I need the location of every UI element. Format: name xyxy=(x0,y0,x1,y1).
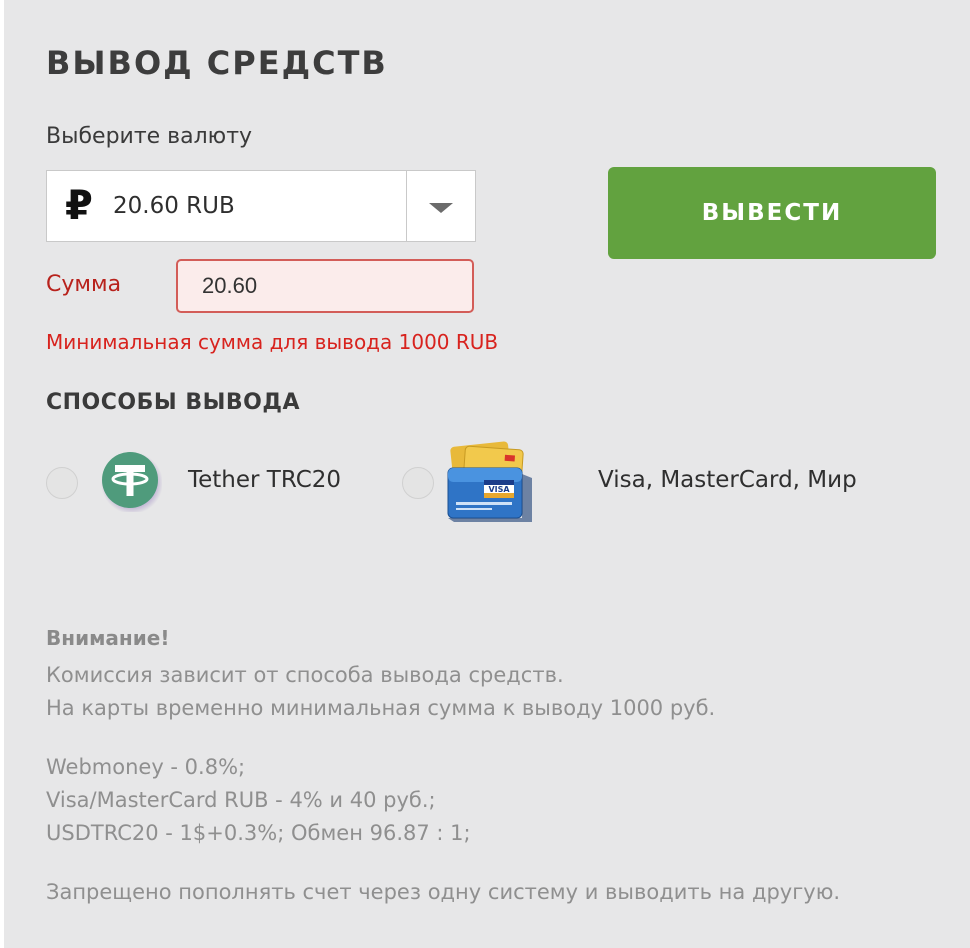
ruble-icon: ₽ xyxy=(65,183,93,229)
currency-selected-value: 20.60 RUB xyxy=(113,193,235,219)
tether-icon xyxy=(98,448,163,514)
commission-notice: Внимание! Комиссия зависит от способа вы… xyxy=(46,622,966,909)
notice-heading: Внимание! xyxy=(46,626,170,650)
currency-select[interactable]: ₽ 20.60 RUB xyxy=(46,170,476,242)
amount-input[interactable] xyxy=(176,259,474,313)
methods-heading: СПОСОБЫ ВЫВОДА xyxy=(46,390,300,415)
page-title: ВЫВОД СРЕДСТВ xyxy=(46,44,388,82)
radio-tether[interactable] xyxy=(46,467,78,499)
dropdown-toggle[interactable] xyxy=(406,171,475,241)
currency-label: Выберите валюту xyxy=(46,124,253,149)
notice-line: Webmoney - 0.8%; xyxy=(46,755,246,779)
method-label-cards: Visa, MasterCard, Мир xyxy=(598,467,857,493)
notice-line: USDTRC20 - 1$+0.3%; Обмен 96.87 : 1; xyxy=(46,821,471,845)
notice-line: Запрещено пополнять счет через одну сист… xyxy=(46,880,841,904)
chevron-down-icon xyxy=(429,203,453,213)
bank-cards-icon: VISA xyxy=(442,438,538,530)
amount-error-message: Минимальная сумма для вывода 1000 RUB xyxy=(46,330,499,354)
radio-cards[interactable] xyxy=(402,467,434,499)
withdraw-button[interactable]: ВЫВЕСТИ xyxy=(608,167,936,259)
svg-text:VISA: VISA xyxy=(488,485,510,494)
method-label-tether: Tether TRC20 xyxy=(188,467,342,493)
notice-line: На карты временно минимальная сумма к вы… xyxy=(46,696,716,720)
notice-line: Комиссия зависит от способа вывода средс… xyxy=(46,663,564,687)
amount-label: Сумма xyxy=(46,272,122,297)
notice-line: Visa/MasterCard RUB - 4% и 40 руб.; xyxy=(46,788,436,812)
withdrawal-panel: ВЫВОД СРЕДСТВ Выберите валюту ₽ 20.60 RU… xyxy=(4,0,970,948)
